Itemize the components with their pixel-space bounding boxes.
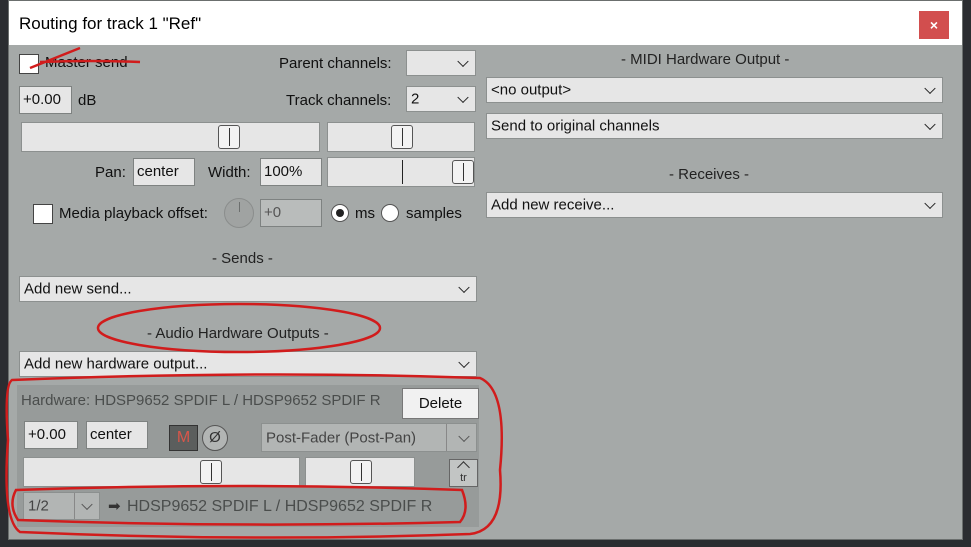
annotation-arrow <box>29 46 141 70</box>
red-annotations <box>5 46 503 539</box>
annotation-outline-hw <box>5 373 503 539</box>
annotation-outline-destination <box>11 484 467 526</box>
annotation-ellipse-header <box>96 302 382 354</box>
